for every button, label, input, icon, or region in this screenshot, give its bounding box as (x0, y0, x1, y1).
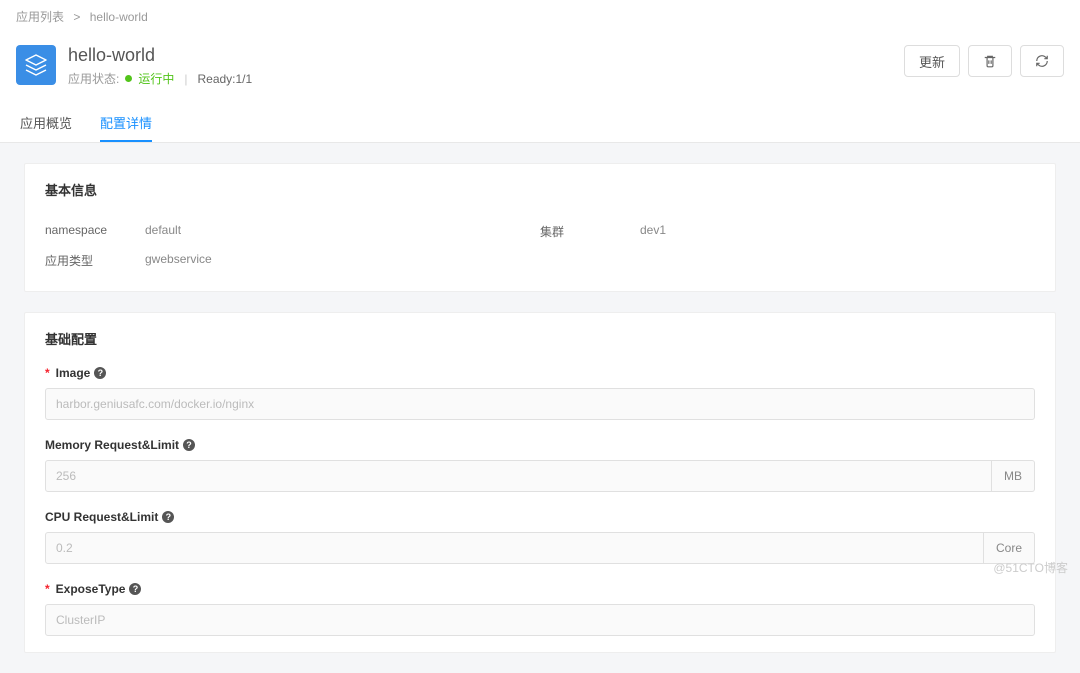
update-button[interactable]: 更新 (904, 45, 960, 77)
app-title: hello-world (68, 45, 892, 66)
tab-config[interactable]: 配置详情 (100, 103, 152, 142)
expose-input[interactable] (45, 604, 1035, 636)
app-type-label: 应用类型 (45, 252, 145, 269)
cpu-input[interactable] (45, 532, 984, 564)
breadcrumb-current: hello-world (90, 10, 148, 24)
breadcrumb: 应用列表 > hello-world (0, 0, 1080, 33)
cpu-label: CPU Request&Limit (45, 510, 158, 524)
help-icon[interactable]: ? (183, 439, 195, 451)
status-dot-icon (125, 75, 132, 82)
base-config-card: 基础配置 * Image ? Memory Request&Limit ? MB (24, 312, 1056, 653)
app-layers-icon (16, 45, 56, 85)
image-label: Image (56, 366, 91, 380)
namespace-label: namespace (45, 223, 145, 240)
image-input[interactable] (45, 388, 1035, 420)
memory-label: Memory Request&Limit (45, 438, 179, 452)
status-text: 运行中 (138, 70, 174, 87)
tab-bar: 应用概览 配置详情 (16, 103, 1064, 142)
memory-input[interactable] (45, 460, 992, 492)
breadcrumb-sep: > (73, 10, 80, 24)
help-icon[interactable]: ? (129, 583, 141, 595)
memory-unit: MB (992, 460, 1035, 492)
trash-icon (983, 54, 997, 68)
breadcrumb-root[interactable]: 应用列表 (16, 10, 64, 24)
refresh-icon (1035, 54, 1049, 68)
tab-overview[interactable]: 应用概览 (20, 103, 72, 142)
help-icon[interactable]: ? (162, 511, 174, 523)
pipe-sep: | (184, 72, 187, 86)
cluster-value: dev1 (640, 223, 666, 240)
ready-text: Ready:1/1 (197, 72, 252, 86)
expose-label: ExposeType (56, 582, 126, 596)
basic-info-title: 基本信息 (45, 180, 1035, 199)
required-star-icon: * (45, 366, 50, 380)
refresh-button[interactable] (1020, 45, 1064, 77)
cluster-label: 集群 (540, 223, 640, 240)
help-icon[interactable]: ? (94, 367, 106, 379)
required-star-icon: * (45, 582, 50, 596)
basic-info-card: 基本信息 namespace default 集群 dev1 应用类型 gweb… (24, 163, 1056, 292)
base-config-title: 基础配置 (45, 329, 1035, 348)
namespace-value: default (145, 223, 181, 240)
app-type-value: gwebservice (145, 252, 212, 269)
watermark: @51CTO博客 (993, 559, 1068, 576)
status-label: 应用状态: (68, 70, 119, 87)
delete-button[interactable] (968, 45, 1012, 77)
page-header: hello-world 应用状态: 运行中 | Ready:1/1 更新 应用概… (0, 33, 1080, 143)
